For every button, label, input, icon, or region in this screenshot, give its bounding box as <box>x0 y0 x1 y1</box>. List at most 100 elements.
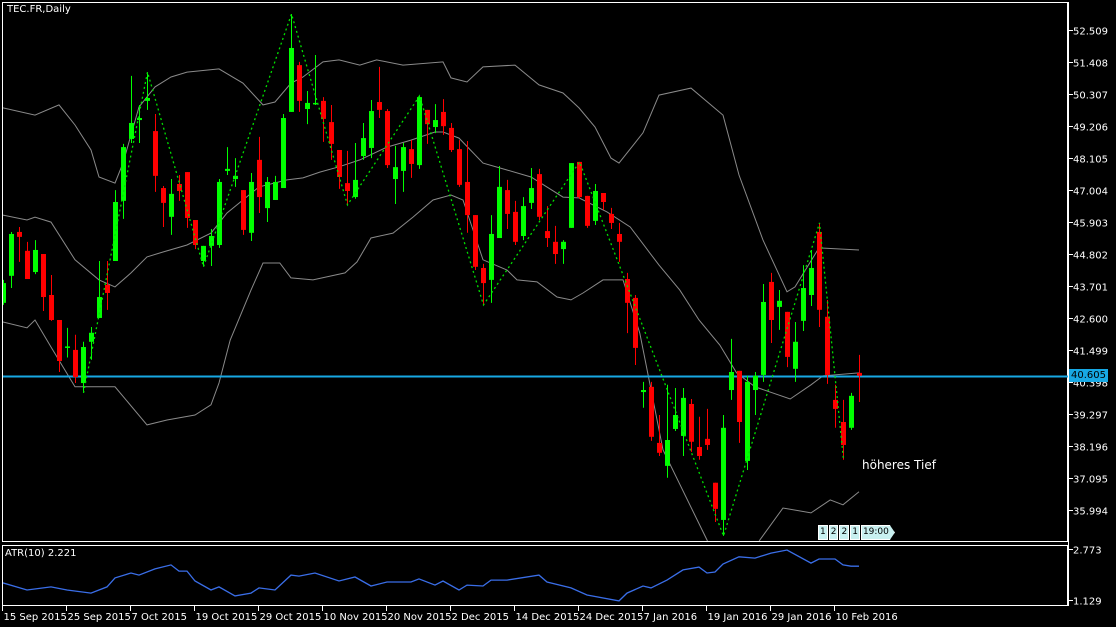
bearish-candle <box>177 174 182 201</box>
candle-body <box>97 297 102 318</box>
bearish-candle <box>457 140 462 187</box>
price-chart[interactable]: 52.509 51.408 50.307 49.206 48.105 47.004 45.9… <box>0 0 1116 627</box>
candle-body <box>329 122 334 144</box>
bullish-candle <box>849 392 854 430</box>
bullish-candle <box>497 165 502 239</box>
candle-body <box>825 316 830 375</box>
bullish-candle <box>641 381 646 408</box>
atr-indicator <box>3 549 859 602</box>
x-tick-label: 10 Nov 2015 <box>324 612 388 623</box>
candle-body <box>73 349 78 377</box>
candle-body <box>265 181 270 209</box>
bearish-candle <box>689 399 694 452</box>
bullish-candle <box>665 384 670 478</box>
atr-y-tick-label: 2.773 <box>1073 546 1102 557</box>
bullish-candle <box>273 175 278 200</box>
candle-body <box>761 301 766 375</box>
bearish-candle <box>449 122 454 153</box>
candle-body <box>137 118 142 121</box>
bearish-candle <box>73 334 78 384</box>
bullish-candle <box>289 13 294 112</box>
candle-body <box>753 375 758 391</box>
current-price-label: 40.605 <box>1069 369 1108 382</box>
chart-title: TEC.FR,Daily <box>7 4 71 15</box>
bearish-candle <box>153 113 158 192</box>
bearish-candle <box>105 260 110 310</box>
bullish-candle <box>305 90 310 125</box>
bearish-candle <box>49 274 54 321</box>
y-tick-label: 47.004 <box>1073 187 1108 198</box>
x-tick-label: 25 Sep 2015 <box>68 612 131 623</box>
bullish-candle <box>417 95 422 169</box>
candle-body <box>145 97 150 101</box>
candle-body <box>593 190 598 221</box>
candle-body <box>553 241 558 255</box>
candle-body <box>41 254 46 298</box>
candle-body <box>809 267 814 295</box>
time-axis: 15 Sep 2015 25 Sep 2015 7 Oct 2015 19 Oct 2… <box>2 606 898 623</box>
candle-body <box>353 179 358 198</box>
candle-body <box>513 211 518 242</box>
atr-title: ATR(10) 2.221 <box>5 548 77 559</box>
bullish-candle <box>529 168 534 209</box>
candle-body <box>241 190 246 230</box>
bearish-candle <box>841 399 846 460</box>
bearish-candle <box>321 97 326 142</box>
bearish-candle <box>609 207 614 230</box>
bullish-candle <box>777 290 782 330</box>
bearish-candle <box>25 241 30 280</box>
x-tick-label: 10 Feb 2016 <box>836 612 898 623</box>
x-tick-label: 29 Jan 2016 <box>772 612 832 623</box>
candle-body <box>393 167 398 180</box>
bearish-candle <box>601 192 606 210</box>
candle-body <box>617 233 622 242</box>
candle-body <box>297 65 302 101</box>
candle-body <box>89 332 94 342</box>
bullish-candle <box>3 279 6 305</box>
bullish-candle <box>169 179 174 235</box>
candle-body <box>529 188 534 203</box>
candle-body <box>801 288 806 321</box>
candle-body <box>537 174 542 217</box>
bearish-candle <box>537 168 542 221</box>
candle-body <box>697 446 702 456</box>
candle-body <box>521 206 526 237</box>
candle-body <box>81 347 86 384</box>
bullish-candle <box>393 145 398 205</box>
candle-body <box>25 250 30 280</box>
candle-body <box>105 284 110 293</box>
bearish-candle <box>633 294 638 366</box>
bearish-candle <box>473 215 478 271</box>
bullish-candle <box>809 249 814 307</box>
candle-body <box>161 188 166 203</box>
y-tick-label: 42.600 <box>1073 315 1108 326</box>
x-tick-label: 24 Dec 2015 <box>580 612 644 623</box>
bearish-candle <box>505 179 510 230</box>
bullish-candle <box>361 122 366 160</box>
x-tick-label: 19 Oct 2015 <box>196 612 258 623</box>
bearish-candle <box>513 200 518 246</box>
timer-digit: 2 <box>839 525 850 540</box>
bullish-candle <box>313 54 318 105</box>
candle-body <box>721 427 726 520</box>
candle-body <box>33 249 38 273</box>
candle-body <box>337 149 342 178</box>
bearish-candle <box>769 272 774 343</box>
bearish-candle <box>481 263 486 305</box>
bullish-candle <box>353 143 358 199</box>
candle-body <box>449 127 454 150</box>
y-tick-label: 45.903 <box>1073 219 1108 230</box>
bar-timer: 1 2 2 1 19:00 <box>818 525 895 540</box>
bearish-candle <box>553 225 558 264</box>
candle-body <box>361 138 366 157</box>
candle-body <box>857 372 862 376</box>
bearish-candle <box>825 299 830 384</box>
candle-body <box>609 213 614 223</box>
annotation-text[interactable]: höheres Tief <box>862 458 936 472</box>
bearish-candle <box>409 140 414 178</box>
candle-body <box>425 109 430 125</box>
candle-body <box>177 183 182 191</box>
candle-body <box>793 341 798 369</box>
zigzag-indicator <box>82 11 845 538</box>
candle-body <box>305 102 310 110</box>
